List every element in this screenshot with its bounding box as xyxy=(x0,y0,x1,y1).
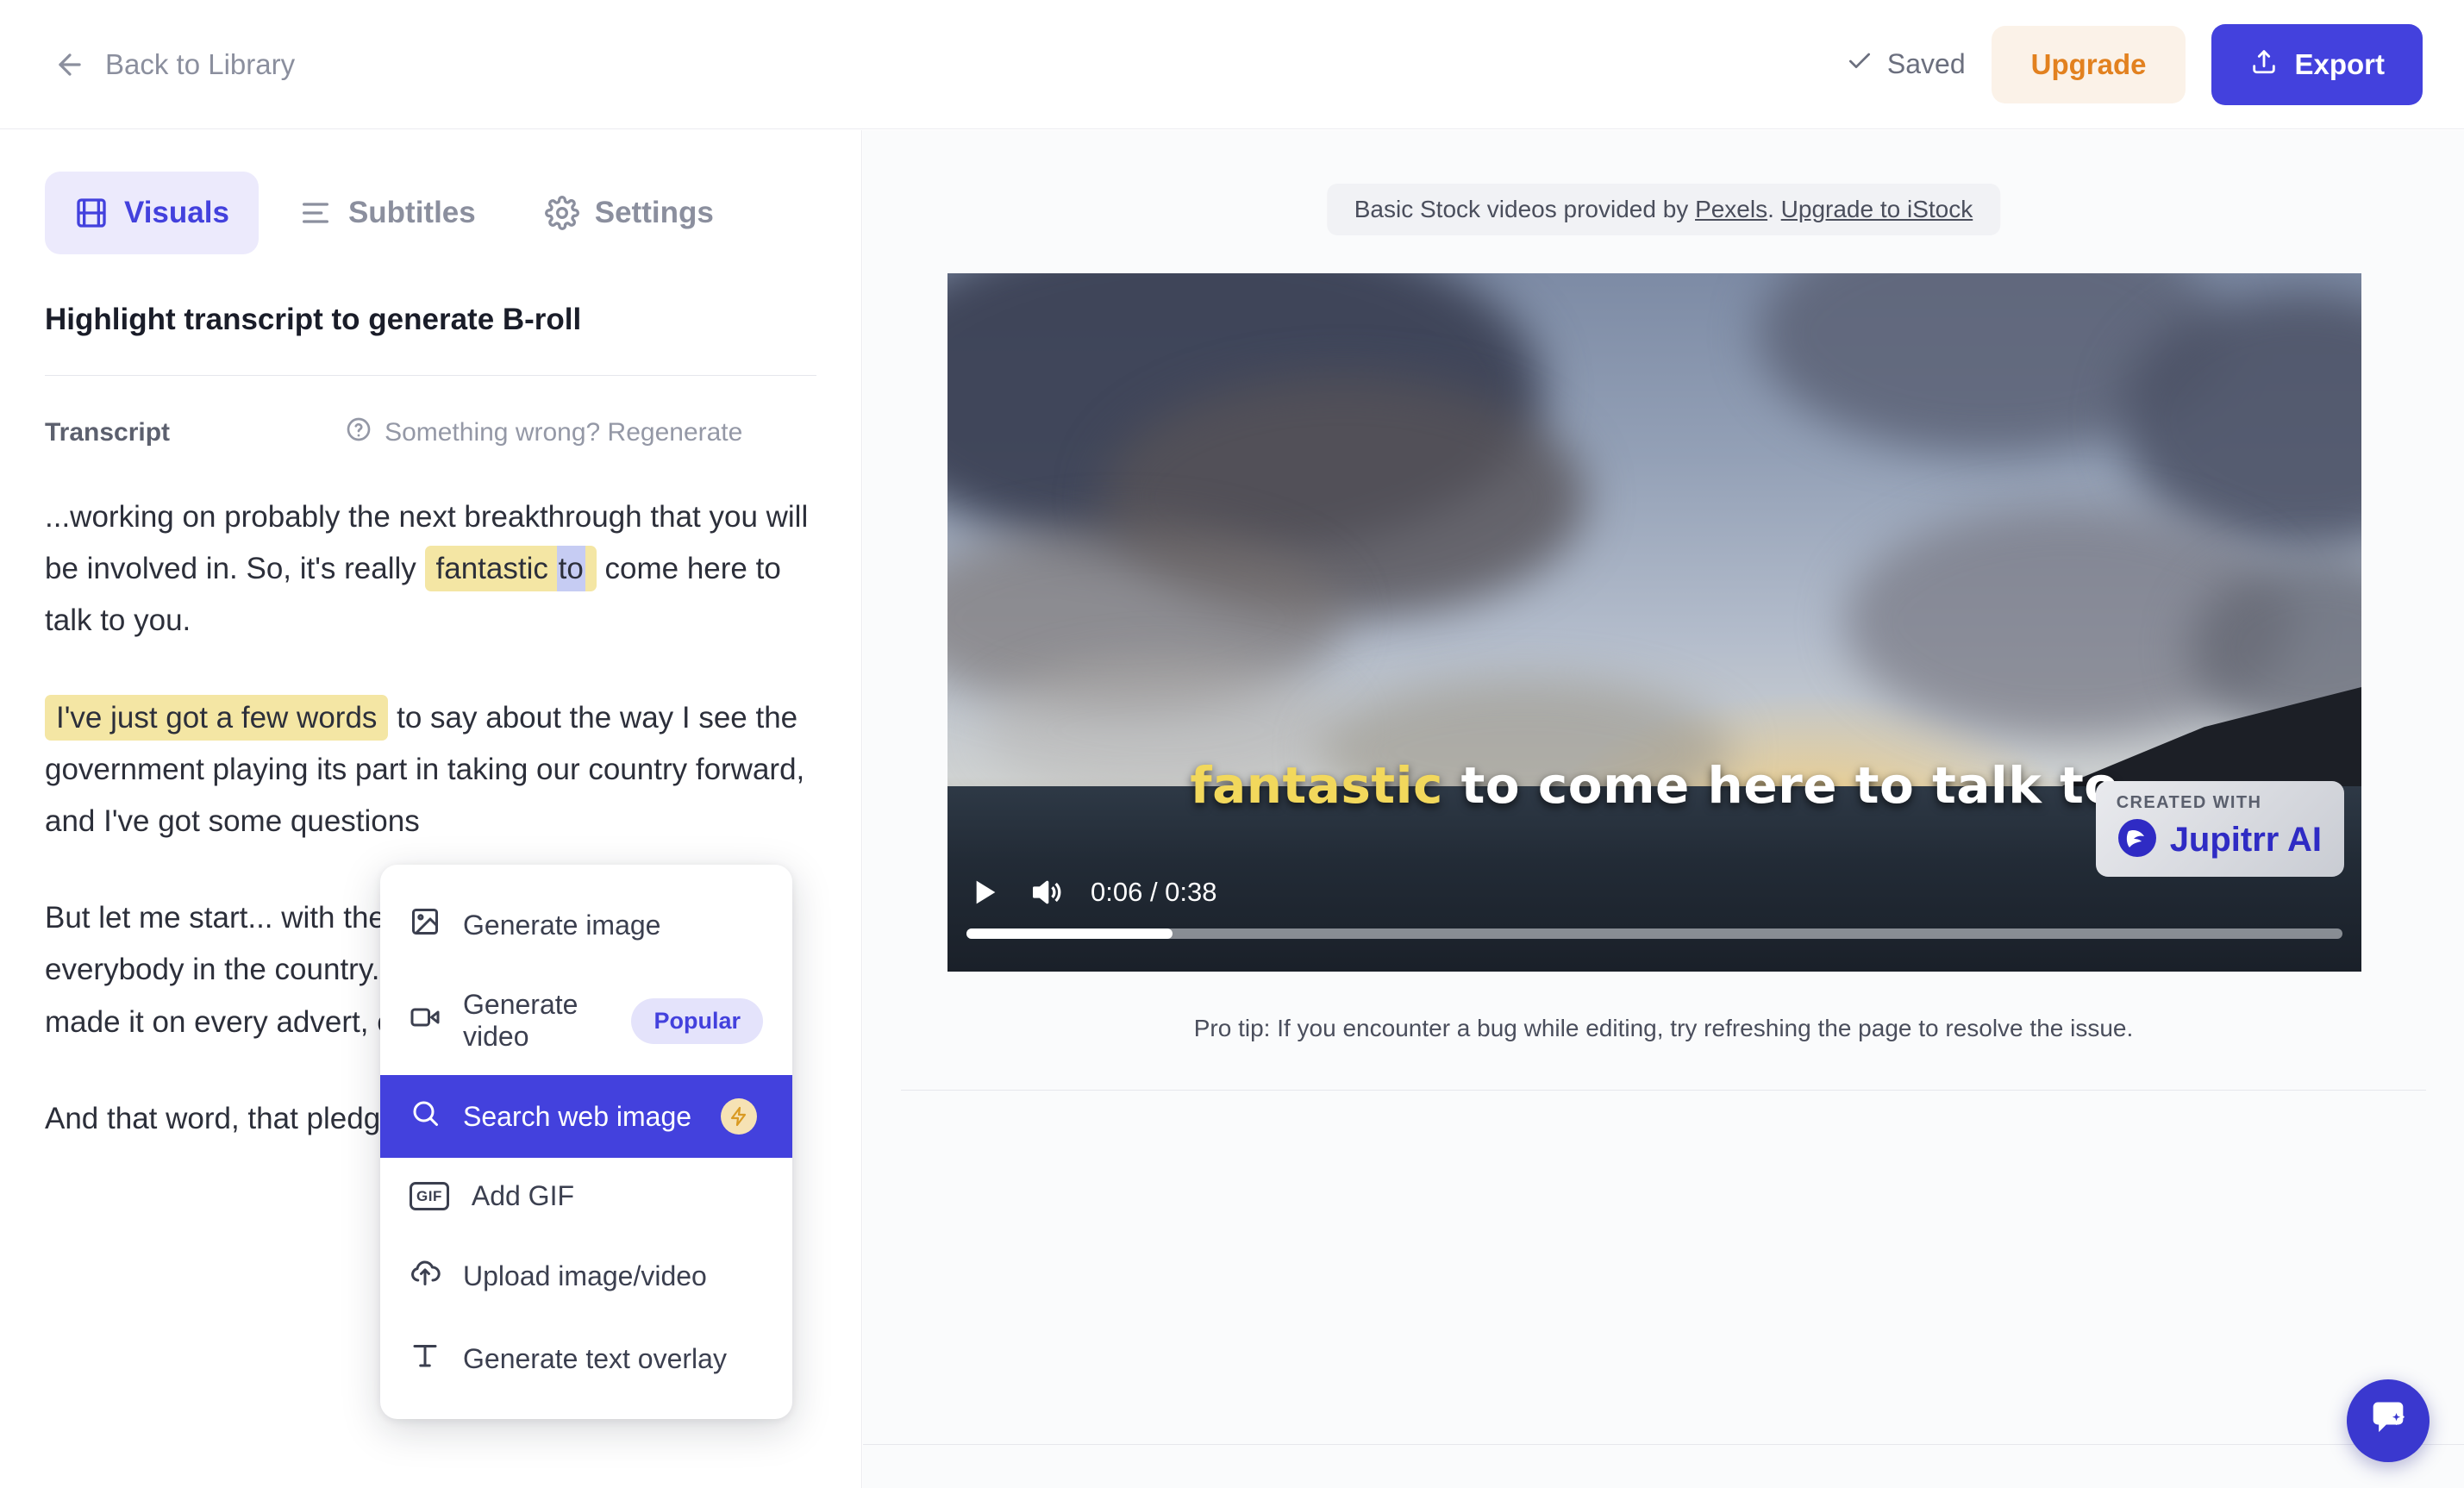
video-time-display: 0:06 / 0:38 xyxy=(1091,877,1217,907)
regenerate-label: Something wrong? Regenerate xyxy=(385,418,743,447)
highlight-blue-text: to xyxy=(556,546,585,592)
menu-item-generate-video[interactable]: Generate video Popular xyxy=(380,966,792,1075)
upload-icon xyxy=(2249,47,2279,83)
image-icon xyxy=(410,906,441,944)
search-icon xyxy=(410,1097,441,1135)
menu-item-add-gif[interactable]: GIF Add GIF xyxy=(380,1158,792,1235)
video-progress-fill xyxy=(966,928,1173,939)
app-header: Back to Library Saved Upgrade Export xyxy=(0,0,2464,129)
highlight-few-words[interactable]: I've just got a few words xyxy=(45,694,389,741)
back-to-library-label: Back to Library xyxy=(105,47,296,80)
menu-item-generate-image-label: Generate image xyxy=(463,909,661,941)
video-progress-bar[interactable] xyxy=(966,928,2342,939)
upgrade-istock-link[interactable]: Upgrade to iStock xyxy=(1781,196,1973,222)
transcript-header: Transcript Something wrong? Regenerate xyxy=(45,416,816,450)
watermark-brand: Jupitrr AI xyxy=(2117,817,2322,863)
watermark-brand-name: Jupitrr AI xyxy=(2169,821,2322,859)
arrow-left-icon xyxy=(53,48,86,81)
export-button[interactable]: Export xyxy=(2211,23,2423,105)
menu-item-generate-image[interactable]: Generate image xyxy=(380,884,792,966)
panel-separator xyxy=(901,1090,2426,1091)
tab-subtitles[interactable]: Subtitles xyxy=(269,172,505,254)
transcript-paragraph-1[interactable]: ...working on probably the next breakthr… xyxy=(45,491,816,647)
stock-note-mid: . xyxy=(1767,196,1781,222)
menu-item-generate-text-overlay[interactable]: Generate text overlay xyxy=(380,1317,792,1400)
cloud-upload-icon xyxy=(410,1257,441,1295)
tab-visuals-label: Visuals xyxy=(124,196,229,229)
page-title: Highlight transcript to generate B-roll xyxy=(45,303,582,336)
check-icon xyxy=(1846,47,1873,82)
menu-item-generate-video-label: Generate video xyxy=(463,989,578,1052)
watermark-created-with-label: CREATED WITH xyxy=(2116,793,2262,812)
gif-icon: GIF xyxy=(410,1182,449,1210)
jupitrr-logo-icon xyxy=(2117,817,2158,863)
highlight-yellow-text: fantastic xyxy=(435,552,557,586)
menu-item-add-gif-label: Add GIF xyxy=(471,1180,574,1211)
transcript-paragraph-2[interactable]: I've just got a few words to say about t… xyxy=(45,692,816,848)
broll-context-menu: Generate image Generate video Popular Se… xyxy=(380,865,792,1419)
pexels-link[interactable]: Pexels xyxy=(1695,196,1767,222)
chat-support-button[interactable] xyxy=(2347,1379,2430,1462)
pro-tip-text: Pro tip: If you encounter a bug while ed… xyxy=(1193,1015,2134,1041)
menu-item-upload-image-video-label: Upload image/video xyxy=(463,1260,707,1291)
help-circle-icon xyxy=(345,416,372,450)
lightning-bolt-icon xyxy=(721,1098,758,1135)
regenerate-button[interactable]: Something wrong? Regenerate xyxy=(345,416,742,450)
menu-item-upload-image-video[interactable]: Upload image/video xyxy=(380,1235,792,1317)
transcript-label: Transcript xyxy=(45,418,171,447)
menu-item-search-web-image[interactable]: Search web image xyxy=(380,1075,792,1158)
upgrade-button[interactable]: Upgrade xyxy=(1991,25,2186,103)
jupitrr-watermark: CREATED WITH Jupitrr AI xyxy=(2095,781,2344,877)
chat-sparkle-icon xyxy=(2366,1397,2411,1446)
highlight-fantastic-to[interactable]: fantastic to xyxy=(424,546,597,592)
saved-status: Saved xyxy=(1846,47,1966,82)
tab-settings[interactable]: Settings xyxy=(516,172,743,254)
tab-settings-label: Settings xyxy=(594,196,714,229)
bottom-separator xyxy=(863,1444,2464,1445)
divider xyxy=(45,375,816,376)
tab-visuals[interactable]: Visuals xyxy=(45,172,259,254)
back-to-library-button[interactable]: Back to Library xyxy=(41,40,307,90)
video-controls: 0:06 / 0:38 xyxy=(966,875,1217,910)
gear-icon xyxy=(544,196,579,230)
saved-label: Saved xyxy=(1886,48,1966,79)
panel-tabs: Visuals Subtitles Settings xyxy=(45,172,816,254)
film-icon xyxy=(74,196,109,230)
play-button[interactable] xyxy=(966,875,1001,910)
menu-item-search-web-image-label: Search web image xyxy=(463,1100,692,1132)
subtitle-keyword: fantastic xyxy=(1190,756,1443,815)
preview-panel: Basic Stock videos provided by Pexels. U… xyxy=(863,130,2464,1488)
export-label: Export xyxy=(2294,47,2385,80)
video-camera-icon xyxy=(410,1002,441,1040)
video-preview[interactable]: fantastic to come here to talk to 0:06 /… xyxy=(947,273,2361,972)
stock-attribution-note: Basic Stock videos provided by Pexels. U… xyxy=(1326,184,2001,235)
menu-item-generate-text-overlay-label: Generate text overlay xyxy=(463,1342,727,1374)
text-icon xyxy=(410,1340,441,1378)
stock-note-prefix: Basic Stock videos provided by xyxy=(1354,196,1696,222)
tab-subtitles-label: Subtitles xyxy=(347,196,476,229)
lines-icon xyxy=(298,196,333,230)
volume-button[interactable] xyxy=(1029,875,1063,910)
subtitle-rest: to come here to talk to xyxy=(1442,756,2119,815)
popular-badge: Popular xyxy=(631,997,763,1044)
header-actions: Saved Upgrade Export xyxy=(1846,23,2423,105)
